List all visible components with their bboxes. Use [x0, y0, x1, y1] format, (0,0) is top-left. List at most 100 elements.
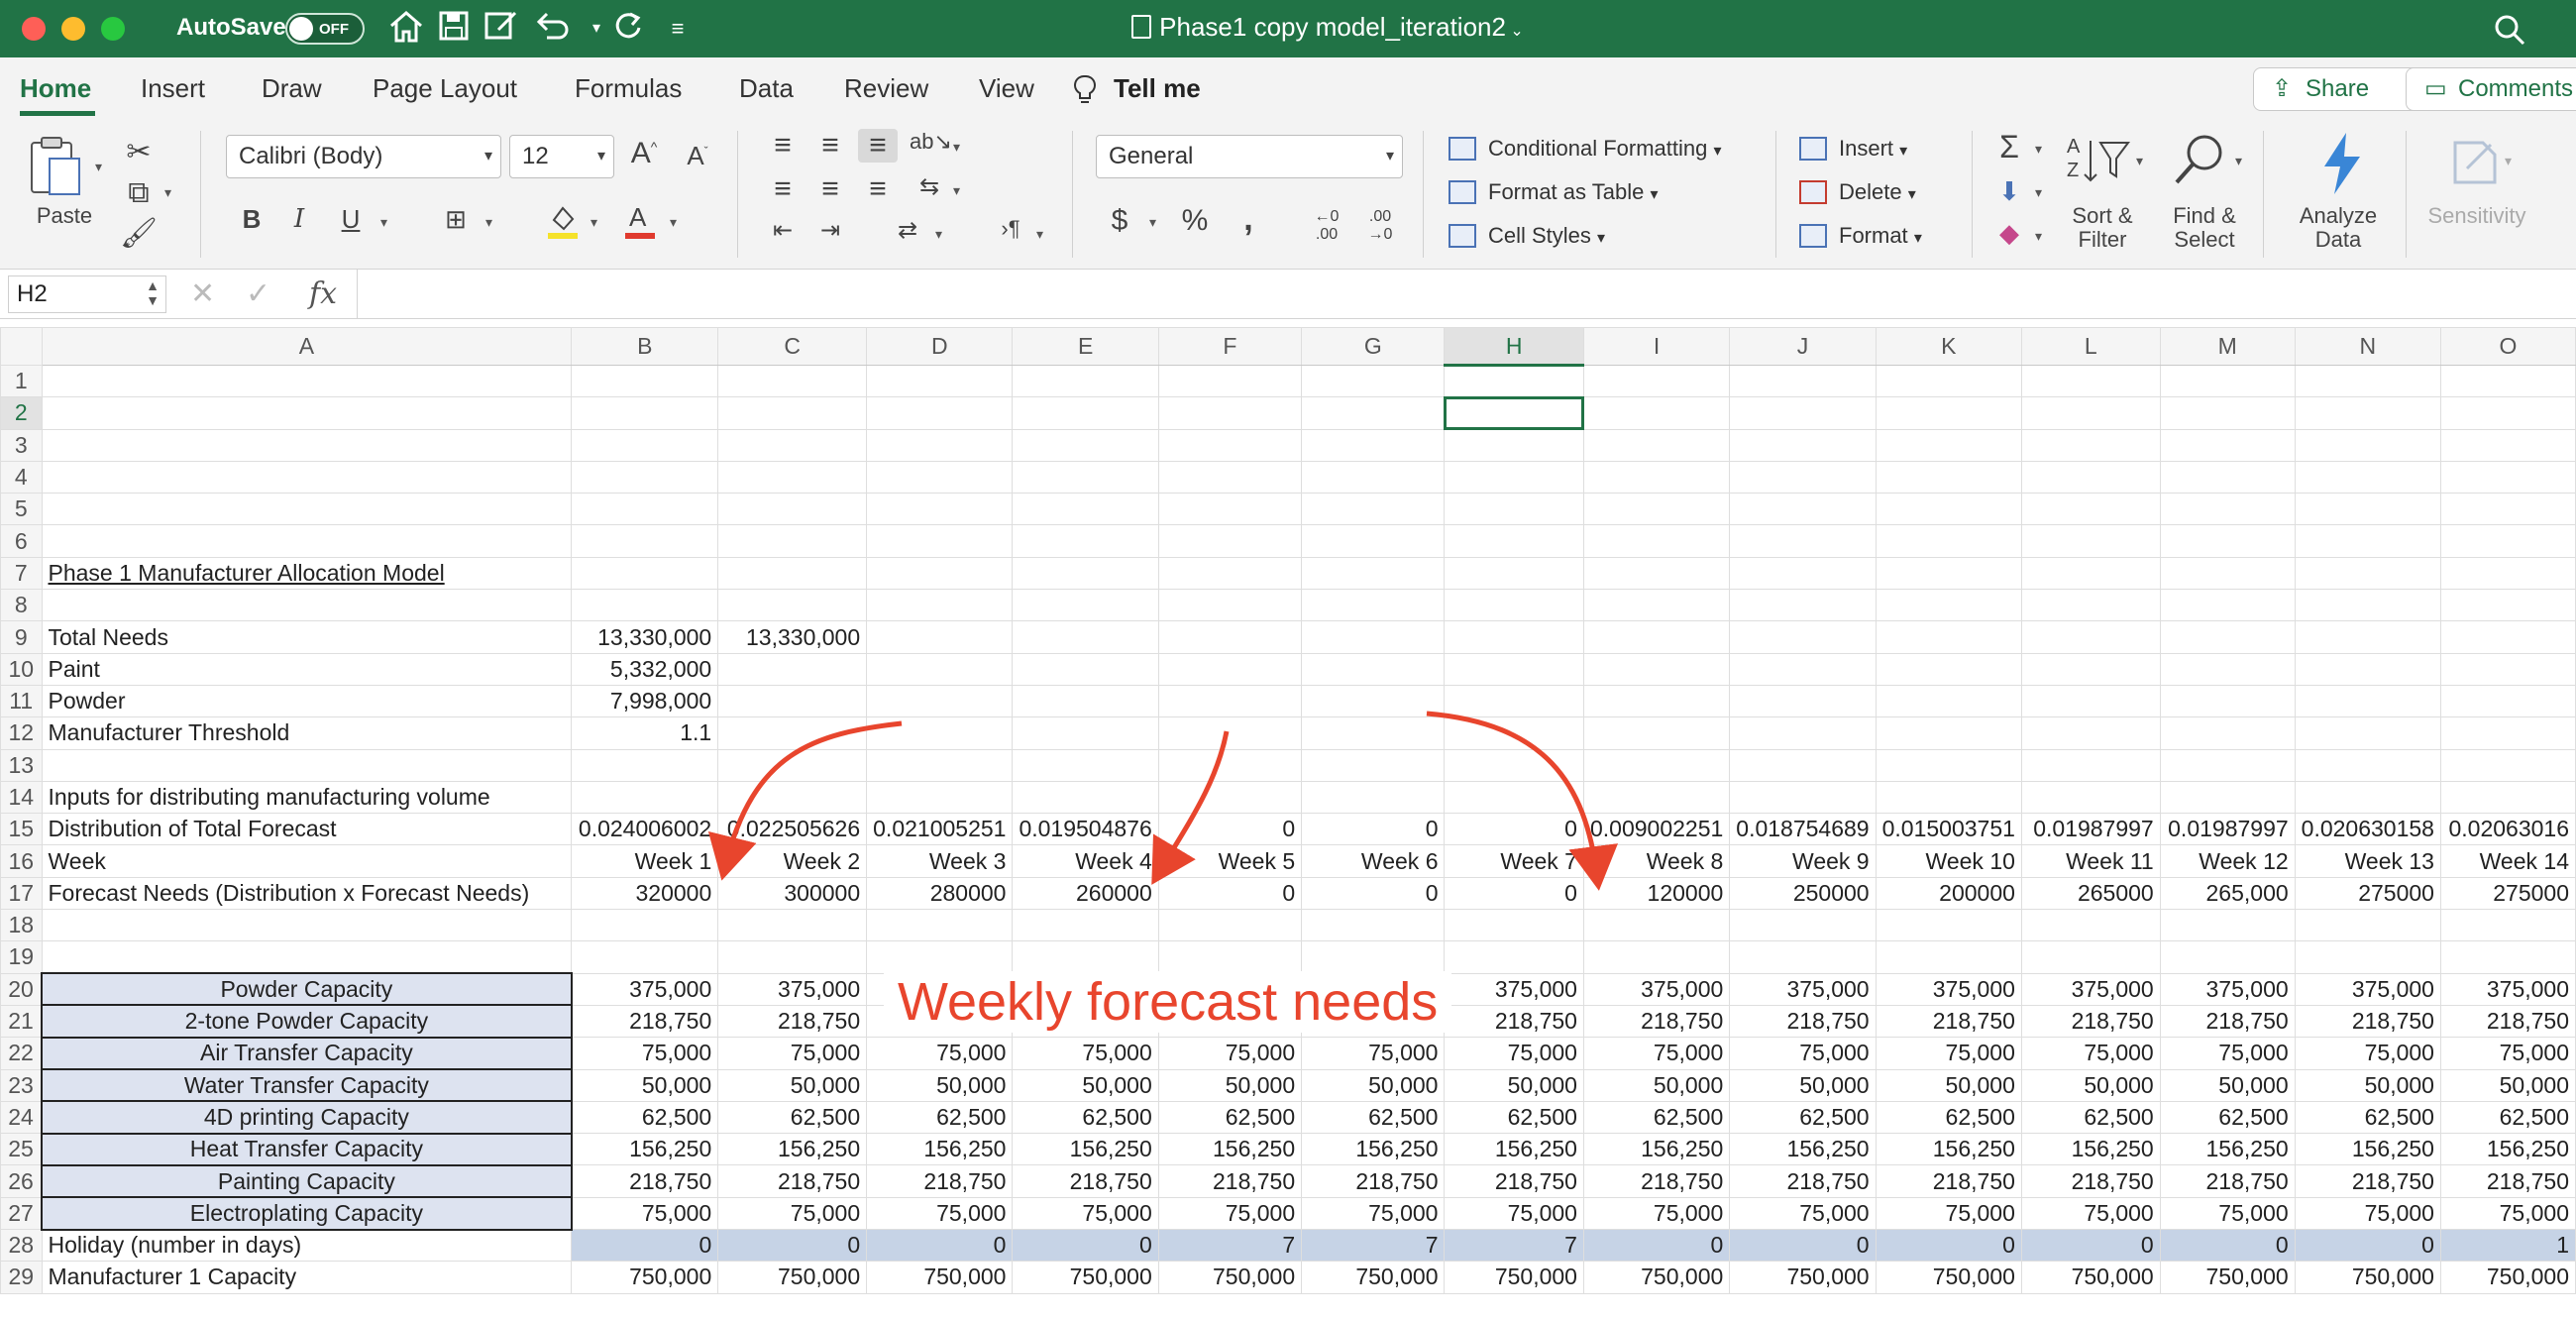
cell[interactable] [1729, 396, 1877, 430]
cell[interactable] [2439, 748, 2576, 782]
row-header[interactable]: 13 [0, 748, 43, 782]
increase-indent-icon[interactable]: ⇥ [810, 216, 850, 245]
cell[interactable] [2294, 909, 2441, 942]
cell[interactable] [2439, 716, 2576, 750]
cell[interactable] [1729, 684, 1877, 718]
underline-dropdown-icon[interactable]: ▾ [380, 214, 387, 231]
cell[interactable] [2020, 940, 2161, 974]
cell[interactable] [1444, 493, 1584, 526]
column-header[interactable]: D [866, 327, 1014, 366]
cell[interactable] [2159, 396, 2296, 430]
cell[interactable] [571, 780, 719, 815]
conditional-formatting-button[interactable]: Conditional Formatting ▾ [1449, 131, 1722, 169]
tab-insert[interactable]: Insert [141, 73, 205, 104]
cell[interactable] [717, 780, 868, 815]
cell[interactable] [1875, 556, 2022, 591]
row-header[interactable]: 29 [0, 1261, 43, 1294]
cell[interactable] [2439, 556, 2576, 591]
cell[interactable]: 375,000 [717, 972, 868, 1006]
cell[interactable]: 75,000 [2159, 1196, 2296, 1231]
cell[interactable] [866, 748, 1014, 782]
cell[interactable] [866, 493, 1014, 526]
cell[interactable] [571, 493, 719, 526]
cell[interactable]: Week 5 [1157, 844, 1303, 878]
cell[interactable]: 75,000 [2020, 1037, 2161, 1070]
cell[interactable] [41, 940, 573, 974]
cell[interactable] [571, 524, 719, 558]
cell[interactable] [2020, 652, 2161, 686]
cell[interactable] [2294, 428, 2441, 462]
cell[interactable] [1875, 589, 2022, 622]
cell[interactable]: 7 [1157, 1229, 1303, 1263]
cell[interactable] [1444, 940, 1584, 974]
column-header-selected[interactable]: H [1444, 327, 1584, 367]
cell[interactable] [2020, 396, 2161, 430]
cell[interactable] [571, 909, 719, 942]
cell[interactable]: 750,000 [2020, 1261, 2161, 1294]
cell[interactable]: 218,750 [866, 1164, 1014, 1198]
row-header[interactable]: 25 [0, 1133, 43, 1166]
cell[interactable] [1301, 364, 1446, 398]
row-header[interactable]: 28 [0, 1229, 43, 1263]
align-middle-icon[interactable]: ≡ [810, 129, 850, 163]
column-header[interactable]: L [2020, 327, 2161, 366]
cell[interactable] [1012, 364, 1159, 398]
cell[interactable] [2020, 460, 2161, 495]
cell[interactable] [2020, 684, 2161, 718]
cell[interactable] [1582, 909, 1731, 942]
row-header[interactable]: 19 [0, 940, 43, 974]
cell[interactable] [717, 748, 868, 782]
fill-icon[interactable]: ⬇ [1989, 176, 2029, 207]
cell[interactable] [2439, 684, 2576, 718]
cell[interactable] [1729, 428, 1877, 462]
cell[interactable] [1012, 428, 1159, 462]
selected-cell[interactable] [1443, 395, 1585, 431]
capacity-label-cell[interactable]: Air Transfer Capacity [41, 1036, 573, 1071]
cell[interactable]: 218,750 [1582, 1004, 1731, 1039]
cell[interactable]: 218,750 [1875, 1004, 2022, 1039]
increase-font-size-icon[interactable]: A^ [624, 137, 664, 170]
cell[interactable] [866, 524, 1014, 558]
column-header[interactable]: N [2294, 327, 2441, 366]
cell[interactable] [2439, 909, 2576, 942]
cell[interactable]: 0 [1444, 813, 1584, 846]
column-header[interactable]: K [1875, 327, 2022, 366]
align-center-icon[interactable]: ≡ [810, 172, 850, 206]
cell[interactable] [1444, 589, 1584, 622]
cell[interactable]: 218,750 [2294, 1164, 2441, 1198]
row-header[interactable]: 26 [0, 1164, 43, 1198]
cell[interactable]: 750,000 [571, 1261, 719, 1294]
cell[interactable] [866, 684, 1014, 718]
cell[interactable] [41, 396, 573, 430]
cell[interactable]: 0 [1582, 1229, 1731, 1263]
cell[interactable]: 750,000 [2159, 1261, 2296, 1294]
column-header[interactable]: I [1582, 327, 1731, 366]
cell[interactable] [1582, 940, 1731, 974]
autosave-toggle[interactable]: OFF [285, 13, 365, 45]
italic-button[interactable]: I [279, 204, 319, 234]
cell[interactable] [2439, 940, 2576, 974]
cell[interactable] [2159, 428, 2296, 462]
cell[interactable]: 7 [1301, 1229, 1446, 1263]
cell[interactable]: 75,000 [1012, 1037, 1159, 1070]
cell[interactable]: 1 [2439, 1229, 2576, 1263]
cell[interactable] [1157, 493, 1303, 526]
cell[interactable]: 0.020630158 [2294, 813, 2441, 846]
cell[interactable]: 75,000 [2020, 1196, 2161, 1231]
cell[interactable]: 218,750 [1301, 1164, 1446, 1198]
cell[interactable]: 750,000 [717, 1261, 868, 1294]
format-as-table-button[interactable]: Format as Table ▾ [1449, 174, 1659, 213]
row-header[interactable]: 2 [0, 396, 43, 430]
cell[interactable]: 218,750 [571, 1004, 719, 1039]
cell[interactable] [571, 460, 719, 495]
comments-button[interactable]: ▭ Comments [2406, 67, 2576, 111]
cell[interactable]: 250000 [1729, 876, 1877, 911]
cell[interactable] [571, 364, 719, 398]
capacity-label-cell[interactable]: Electroplating Capacity [41, 1196, 573, 1231]
cell[interactable]: Week 6 [1301, 844, 1446, 878]
tab-data[interactable]: Data [739, 73, 794, 104]
cell[interactable]: 375,000 [1729, 972, 1877, 1006]
cell[interactable] [2020, 909, 2161, 942]
cut-icon[interactable]: ✂ [119, 135, 159, 169]
cell[interactable] [2020, 524, 2161, 558]
